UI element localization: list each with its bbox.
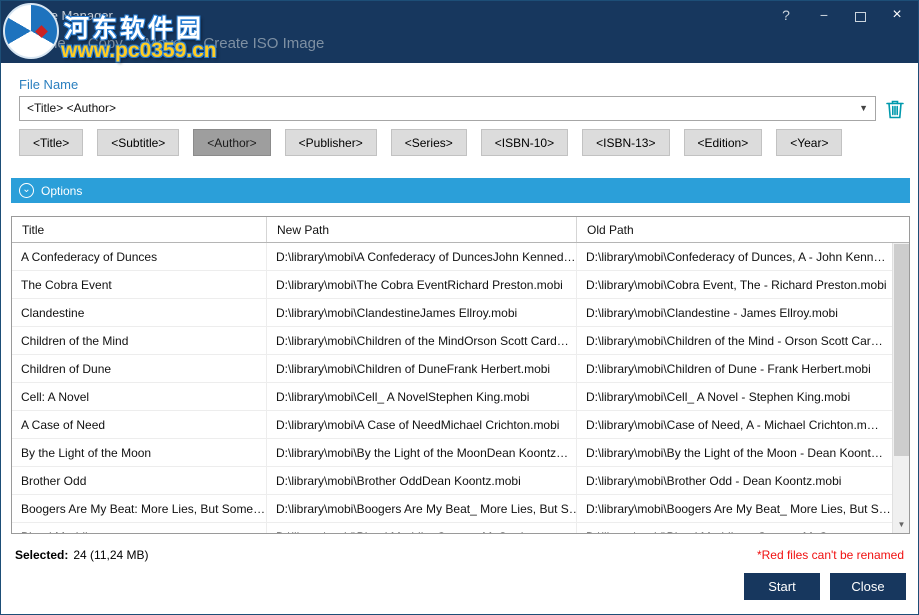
cell-title: Brother Odd [12,467,267,494]
cell-old-path: D:\library\mobi\Brother Odd - Dean Koont… [577,467,909,494]
table-row[interactable]: Cell: A Novel D:\library\mobi\Cell_ A No… [12,383,909,411]
cell-new-path: D:\library\mobi\Blood MeridianCormac McC… [267,523,577,534]
table-body: A Confederacy of Dunces D:\library\mobi\… [12,243,909,534]
window-title: File Manager [37,8,113,23]
selected-value: 24 (11,24 MB) [73,548,148,562]
cell-title: Boogers Are My Beat: More Lies, But Some… [12,495,267,522]
token-isbn13-button[interactable]: <ISBN-13> [582,129,669,156]
cell-title: Blood Meridian [12,523,267,534]
cell-title: A Case of Need [12,411,267,438]
cell-old-path: D:\library\mobi\Clandestine - James Ellr… [577,299,909,326]
scrollbar-thumb[interactable] [894,244,909,456]
tab-copy[interactable]: Copy [88,35,123,52]
token-button-row: <Title> <Subtitle> <Author> <Publisher> … [19,129,842,156]
titlebar-controls: ? − × [779,7,904,23]
column-header-new-path[interactable]: New Path [267,217,577,242]
cell-old-path: D:\library\mobi\Confederacy of Dunces, A… [577,243,909,270]
table-row[interactable]: The Cobra Event D:\library\mobi\The Cobr… [12,271,909,299]
cell-old-path: D:\library\mobi\Blood Meridian - Cormac … [577,523,909,534]
column-header-old-path[interactable]: Old Path [577,217,909,242]
cell-new-path: D:\library\mobi\The Cobra EventRichard P… [267,271,577,298]
token-publisher-button[interactable]: <Publisher> [285,129,377,156]
table-row[interactable]: A Confederacy of Dunces D:\library\mobi\… [12,243,909,271]
file-manager-window: File Manager ? − × Rename Copy Move Crea… [0,0,919,615]
cell-old-path: D:\library\mobi\By the Light of the Moon… [577,439,909,466]
file-name-label: File Name [19,77,78,92]
table-header: Title New Path Old Path [12,217,909,243]
cell-new-path: D:\library\mobi\A Case of NeedMichael Cr… [267,411,577,438]
cell-new-path: D:\library\mobi\Children of DuneFrank He… [267,355,577,382]
token-series-button[interactable]: <Series> [391,129,467,156]
cell-title: Clandestine [12,299,267,326]
rename-preview-table: Title New Path Old Path A Confederacy of… [11,216,910,534]
table-row[interactable]: Brother Odd D:\library\mobi\Brother OddD… [12,467,909,495]
close-button[interactable]: Close [830,573,906,600]
column-header-title[interactable]: Title [12,217,267,242]
selection-status: Selected: 24 (11,24 MB) [15,548,149,562]
cell-new-path: D:\library\mobi\Brother OddDean Koontz.m… [267,467,577,494]
token-subtitle-button[interactable]: <Subtitle> [97,129,179,156]
tab-rename[interactable]: Rename [9,35,66,52]
token-edition-button[interactable]: <Edition> [684,129,763,156]
cell-old-path: D:\library\mobi\Boogers Are My Beat_ Mor… [577,495,909,522]
cell-new-path: D:\library\mobi\By the Light of the Moon… [267,439,577,466]
maximize-icon[interactable] [855,12,866,22]
cell-title: By the Light of the Moon [12,439,267,466]
tab-move[interactable]: Move [145,35,182,52]
cell-new-path: D:\library\mobi\Cell_ A NovelStephen Kin… [267,383,577,410]
vertical-scrollbar[interactable]: ▼ [892,243,909,533]
scrollbar-down-arrow-icon[interactable]: ▼ [893,516,910,533]
minimize-icon[interactable]: − [817,7,831,23]
cell-old-path: D:\library\mobi\Children of Dune - Frank… [577,355,909,382]
selected-label: Selected: [15,548,68,562]
cell-new-path: D:\library\mobi\Boogers Are My Beat_ Mor… [267,495,577,522]
table-row[interactable]: Children of Dune D:\library\mobi\Childre… [12,355,909,383]
cell-title: Cell: A Novel [12,383,267,410]
trash-icon [883,97,907,121]
options-label: Options [41,184,82,198]
options-expander[interactable]: ⌄ Options [11,178,910,203]
titlebar: File Manager ? − × Rename Copy Move Crea… [1,1,918,63]
cell-new-path: D:\library\mobi\A Confederacy of DuncesJ… [267,243,577,270]
cell-new-path: D:\library\mobi\ClandestineJames Ellroy.… [267,299,577,326]
close-icon[interactable]: × [890,7,904,23]
table-row[interactable]: Children of the Mind D:\library\mobi\Chi… [12,327,909,355]
table-row[interactable]: Boogers Are My Beat: More Lies, But Some… [12,495,909,523]
cell-new-path: D:\library\mobi\Children of the MindOrso… [267,327,577,354]
cell-title: Children of the Mind [12,327,267,354]
file-name-pattern-combobox[interactable]: <Title> <Author> ▼ [19,96,876,121]
tab-strip: Rename Copy Move Create ISO Image [9,35,324,52]
table-row[interactable]: By the Light of the Moon D:\library\mobi… [12,439,909,467]
help-icon[interactable]: ? [779,7,793,23]
token-author-button[interactable]: <Author> [193,129,270,156]
start-button[interactable]: Start [744,573,820,600]
cell-old-path: D:\library\mobi\Case of Need, A - Michae… [577,411,909,438]
cell-old-path: D:\library\mobi\Cell_ A Novel - Stephen … [577,383,909,410]
table-row[interactable]: Clandestine D:\library\mobi\ClandestineJ… [12,299,909,327]
cell-old-path: D:\library\mobi\Children of the Mind - O… [577,327,909,354]
cell-title: The Cobra Event [12,271,267,298]
tab-create-iso-image[interactable]: Create ISO Image [203,35,324,52]
table-row[interactable]: Blood Meridian D:\library\mobi\Blood Mer… [12,523,909,534]
token-year-button[interactable]: <Year> [776,129,842,156]
token-isbn10-button[interactable]: <ISBN-10> [481,129,568,156]
chevron-down-icon[interactable]: ▼ [859,103,868,113]
cell-title: A Confederacy of Dunces [12,243,267,270]
table-row[interactable]: A Case of Need D:\library\mobi\A Case of… [12,411,909,439]
file-name-pattern-value: <Title> <Author> [20,97,875,120]
red-files-note: *Red files can't be renamed [757,548,904,562]
cell-old-path: D:\library\mobi\Cobra Event, The - Richa… [577,271,909,298]
cell-title: Children of Dune [12,355,267,382]
token-title-button[interactable]: <Title> [19,129,83,156]
chevron-down-circle-icon: ⌄ [19,183,34,198]
delete-pattern-button[interactable] [883,97,907,121]
footer-buttons: Start Close [744,573,906,600]
